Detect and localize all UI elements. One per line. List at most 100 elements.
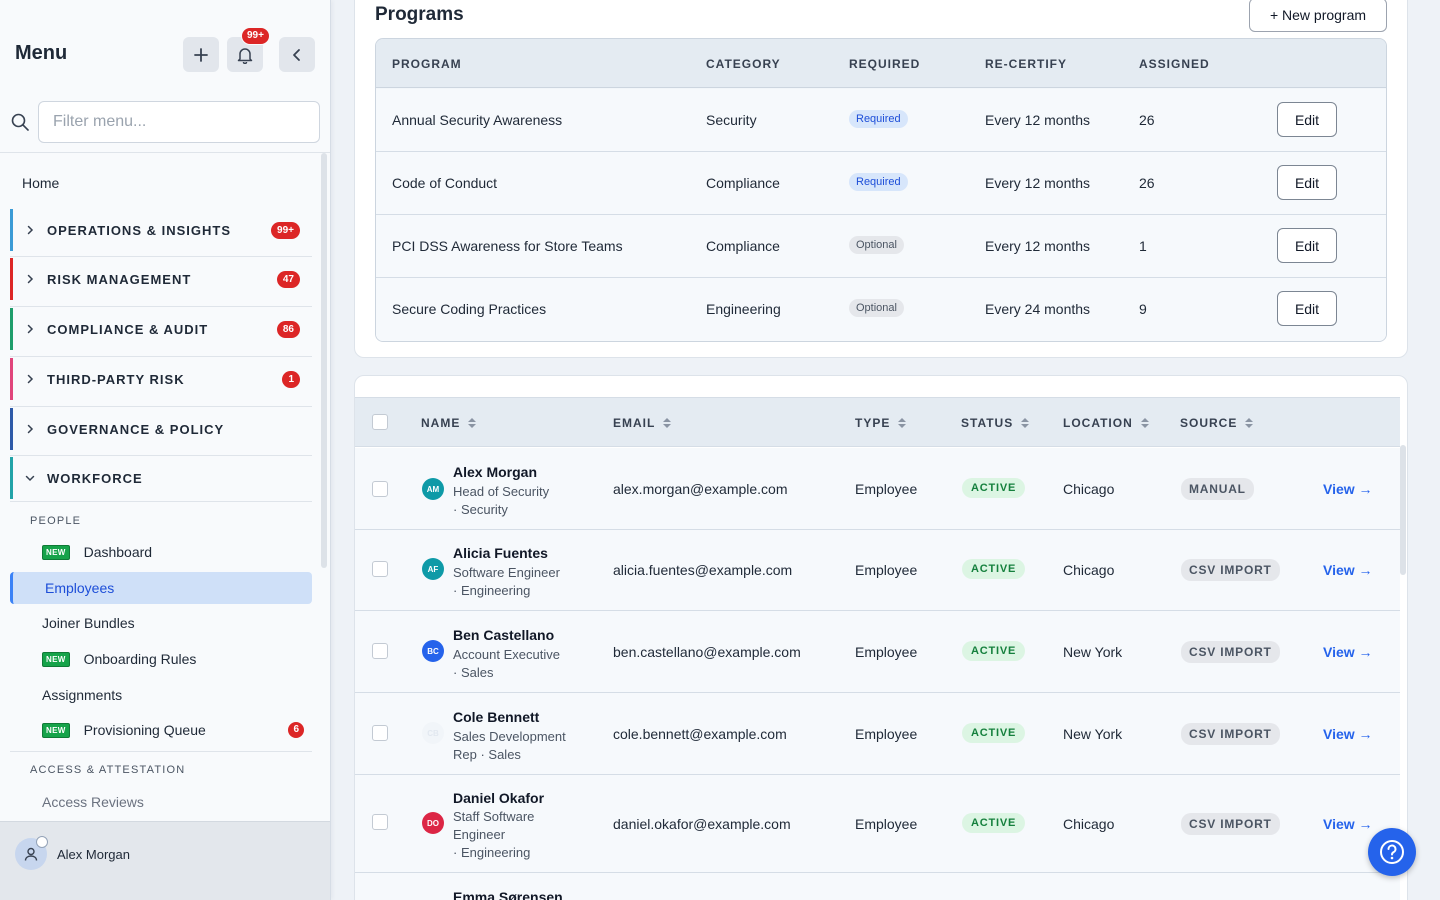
view-link[interactable]: View → [1323,644,1373,660]
col-status[interactable]: STATUS [961,416,1030,430]
section-operations-insights[interactable]: OPERATIONS & INSIGHTS 99+ [10,209,312,251]
employee-role: Head of Security · Security [453,483,583,519]
sidebar-item-access-reviews[interactable]: Access Reviews [10,786,312,818]
sidebar-item-dashboard[interactable]: NEW Dashboard [10,536,312,568]
item-label: Joiner Bundles [42,615,135,631]
sidebar-item-home[interactable]: Home [22,175,59,191]
view-link[interactable]: View → [1323,481,1373,497]
help-button[interactable] [1368,828,1416,876]
section-governance-policy[interactable]: GOVERNANCE & POLICY [10,408,312,450]
program-recertify: Every 12 months [985,112,1091,128]
source-badge: CSV IMPORT [1181,723,1280,745]
row-checkbox[interactable] [372,725,388,741]
employee-type: Employee [855,562,918,578]
view-link[interactable]: View → [1323,726,1373,742]
settings-gear-icon [36,836,48,848]
sidebar-item-assignments[interactable]: Assignments [10,679,312,711]
section-label: WORKFORCE [47,470,143,486]
employee-role: Software Engineer · Engineering [453,564,583,600]
edit-button[interactable]: Edit [1277,102,1337,137]
employee-location: New York [1063,644,1123,660]
status-badge: ACTIVE [962,478,1026,498]
role-line: Engineer [453,827,506,842]
program-recertify: Every 12 months [985,238,1091,254]
employee-location: Chicago [1063,481,1115,497]
new-program-button[interactable]: + New program [1249,0,1387,32]
count-badge: 99+ [271,221,300,239]
chevron-down-icon [13,473,47,483]
edit-button[interactable]: Edit [1277,228,1337,263]
col-name[interactable]: NAME [421,416,477,430]
employee-name[interactable]: Ben Castellano [453,627,554,643]
employee-name[interactable]: Daniel Okafor [453,790,544,806]
sidebar-item-joiner-bundles[interactable]: Joiner Bundles [10,607,312,639]
col-label: EMAIL [613,416,656,430]
row-checkbox[interactable] [372,643,388,659]
section-third-party-risk[interactable]: THIRD-PARTY RISK 1 [10,358,312,400]
sidebar-title: Menu [15,42,68,64]
table-row: AM Alex Morgan Head of Security · Securit… [355,448,1400,530]
col-source[interactable]: SOURCE [1180,416,1254,430]
col-label: LOCATION [1063,416,1133,430]
program-assigned: 26 [1139,112,1155,128]
sidebar-item-employees[interactable]: Employees [10,572,312,604]
employee-name[interactable]: Alicia Fuentes [453,545,548,561]
col-email[interactable]: EMAIL [613,416,672,430]
section-risk-management[interactable]: RISK MANAGEMENT 47 [10,258,312,300]
role-line: Account Executive [453,647,560,662]
role-line: · Sales [453,665,494,680]
table-row: Secure Coding Practices Engineering Opti… [376,278,1386,341]
edit-button[interactable]: Edit [1277,165,1337,200]
section-label: GOVERNANCE & POLICY [47,421,225,437]
table-row: CB Cole Bennett Sales Development Rep · S… [355,693,1400,775]
sidebar-item-onboarding-rules[interactable]: NEW Onboarding Rules [10,643,312,675]
col-location[interactable]: LOCATION [1063,416,1149,430]
role-line: Software Engineer [453,565,560,580]
role-line: Head of Security [453,484,550,499]
section-compliance-audit[interactable]: COMPLIANCE & AUDIT 86 [10,308,312,350]
program-name: PCI DSS Awareness for Store Teams [392,238,623,254]
col-required: REQUIRED [849,57,921,71]
section-label: OPERATIONS & INSIGHTS [47,222,231,238]
status-badge: ACTIVE [962,723,1026,743]
table-row: PCI DSS Awareness for Store Teams Compli… [376,215,1386,278]
view-link[interactable]: View → [1323,562,1373,578]
optional-badge: Optional [849,236,904,254]
footer-user-name: Alex Morgan [57,847,130,862]
edit-button[interactable]: Edit [1277,291,1337,326]
col-type[interactable]: TYPE [855,416,907,430]
row-checkbox[interactable] [372,481,388,497]
sort-icon [898,418,907,428]
role-line: Rep · Sales [453,747,521,762]
divider [10,356,312,357]
add-button[interactable] [183,37,219,72]
sidebar-item-provisioning-queue[interactable]: NEW Provisioning Queue 6 [10,714,312,746]
item-label: Assignments [42,687,123,703]
item-label: Dashboard [83,544,153,560]
row-checkbox[interactable] [372,561,388,577]
employee-name[interactable]: Emma Sørensen [453,889,563,900]
table-row: Emma Sørensen [355,873,1400,900]
view-link[interactable]: View → [1323,816,1373,832]
section-workforce[interactable]: WORKFORCE [10,457,312,499]
content-scrollbar[interactable] [1400,445,1406,575]
sidebar-scrollbar[interactable] [321,153,327,568]
employee-location: Chicago [1063,816,1115,832]
employee-type: Employee [855,481,918,497]
sidebar-nav: Home OPERATIONS & INSIGHTS 99+ RISK MANA… [0,153,330,821]
select-all-checkbox[interactable] [372,414,388,430]
programs-table: PROGRAM CATEGORY REQUIRED RE-CERTIFY ASS… [375,38,1387,342]
chevron-right-icon [13,274,47,284]
divider [10,256,312,257]
status-badge: ACTIVE [962,813,1026,833]
row-checkbox[interactable] [372,814,388,830]
col-label: STATUS [961,416,1014,430]
sidebar-footer[interactable]: Alex Morgan [0,821,330,900]
employee-name[interactable]: Alex Morgan [453,464,537,480]
employee-name[interactable]: Cole Bennett [453,709,539,725]
collapse-sidebar-button[interactable] [279,37,315,72]
divider [10,306,312,307]
employee-email: alex.morgan@example.com [613,481,788,497]
new-tag: NEW [42,651,70,667]
filter-menu-input[interactable] [38,101,320,143]
